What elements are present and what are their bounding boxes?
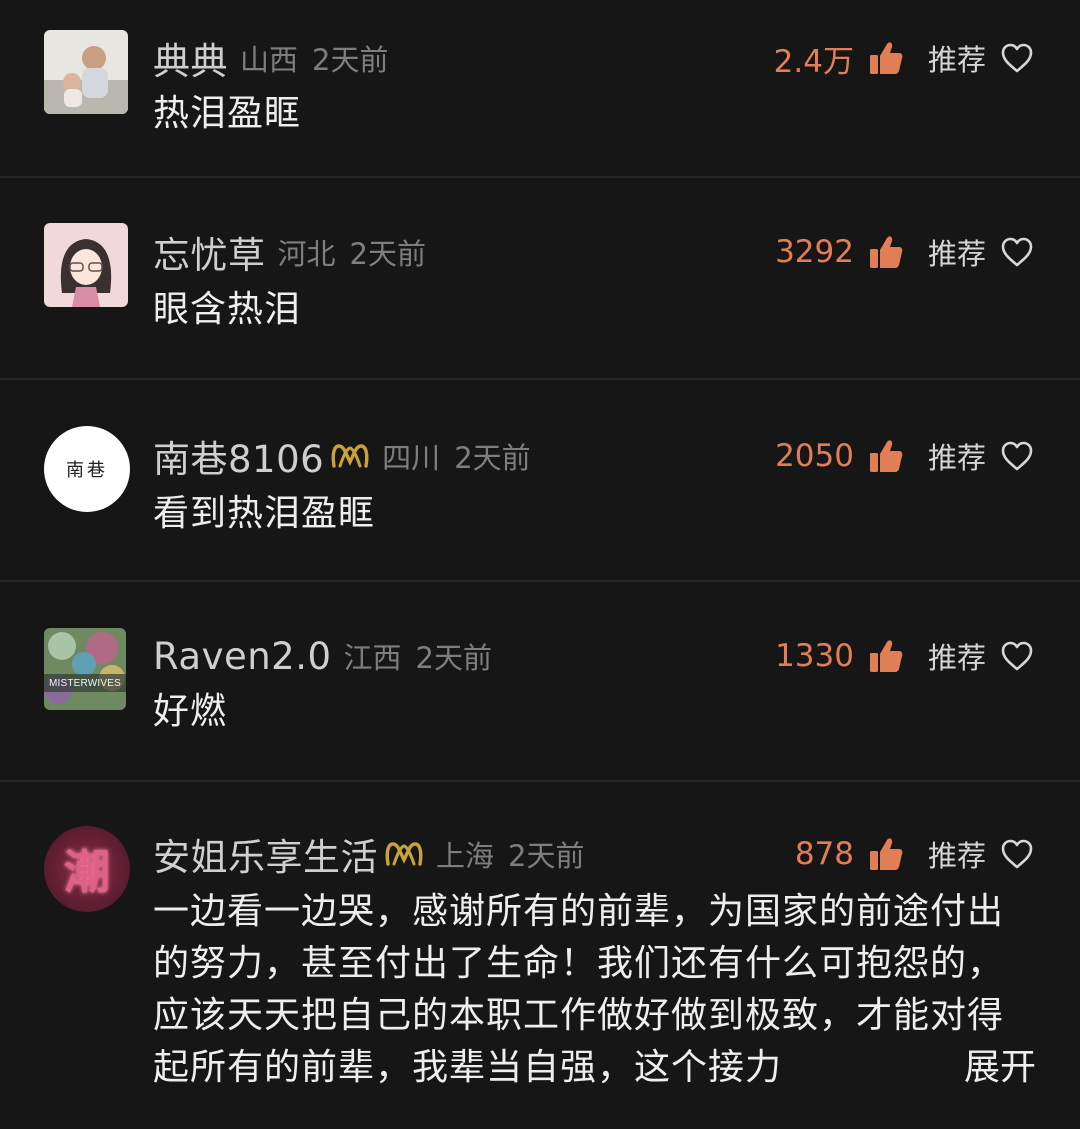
album-title-text: MISTERWIVES [48, 678, 122, 689]
heart-icon[interactable] [1000, 440, 1034, 472]
recommend-button[interactable]: 推荐 [928, 231, 986, 273]
username[interactable]: 安姐乐享生活 [153, 827, 378, 881]
like-count: 3292 [775, 234, 854, 270]
avatar-calligraphy-text: 南巷 [66, 460, 108, 481]
username[interactable]: 忘忧草 [153, 225, 266, 279]
time-label: 2天前 [454, 441, 531, 475]
comment-text: 看到热泪盈眶 [153, 493, 376, 534]
divider [0, 378, 1080, 380]
avatar[interactable] [44, 30, 128, 114]
location-label: 四川 [382, 441, 441, 475]
like-count: 2050 [775, 438, 854, 474]
recommend-button[interactable]: 推荐 [928, 635, 986, 677]
comment-actions: 3292 推荐 [775, 228, 1034, 276]
avatar[interactable] [44, 223, 128, 307]
vip-badge-icon [384, 838, 424, 870]
username[interactable]: 南巷8106 [153, 429, 324, 483]
comment-text: 热泪盈眶 [153, 93, 302, 134]
thumbs-up-icon[interactable] [868, 638, 904, 674]
comment-header: 南巷8106 四川 2天前 [153, 429, 531, 483]
location-label: 河北 [277, 237, 336, 271]
comment-actions: 2.4万 推荐 [774, 34, 1034, 82]
like-count: 1330 [775, 638, 854, 674]
heart-icon[interactable] [1000, 236, 1034, 268]
heart-icon[interactable] [1000, 640, 1034, 672]
comment-actions: 1330 推荐 [775, 632, 1034, 680]
recommend-button[interactable]: 推荐 [928, 37, 986, 79]
comment-text: 一边看一边哭，感谢所有的前辈，为国家的前途付出的努力，甚至付出了生命！我们还有什… [153, 891, 1005, 1088]
like-count: 878 [794, 836, 854, 872]
location-label: 江西 [343, 641, 402, 675]
comment-text: 好燃 [153, 691, 228, 732]
comment-header: Raven2.0 江西 2天前 [153, 632, 492, 680]
thumbs-up-icon[interactable] [868, 836, 904, 872]
like-count: 2.4万 [773, 43, 854, 80]
time-label: 2天前 [415, 641, 492, 675]
expand-link[interactable]: 展开 [917, 1042, 1036, 1094]
divider [0, 780, 1080, 782]
avatar[interactable]: MISTERWIVES [44, 628, 126, 710]
thumbs-up-icon[interactable] [868, 40, 904, 76]
heart-icon[interactable] [1000, 42, 1034, 74]
divider [0, 176, 1080, 178]
thumbs-up-icon[interactable] [868, 438, 904, 474]
divider [0, 580, 1080, 582]
comment-header: 安姐乐享生活 上海 2天前 [153, 827, 585, 881]
comment-actions: 878 推荐 [795, 830, 1034, 878]
heart-icon[interactable] [1000, 838, 1034, 870]
time-label: 2天前 [349, 237, 426, 271]
comment-header: 忘忧草 河北 2天前 [153, 225, 426, 279]
avatar[interactable]: 潮 [44, 826, 130, 912]
thumbs-up-icon[interactable] [868, 234, 904, 270]
comment-header: 典典 山西 2天前 [153, 31, 389, 85]
avatar-character-text: 潮 [64, 845, 110, 899]
username[interactable]: 典典 [153, 31, 228, 85]
avatar[interactable]: 南巷 [44, 426, 130, 512]
comment-text: 眼含热泪 [153, 289, 302, 330]
recommend-button[interactable]: 推荐 [928, 435, 986, 477]
location-label: 山西 [240, 43, 299, 77]
time-label: 2天前 [312, 43, 389, 77]
location-label: 上海 [436, 839, 495, 873]
recommend-button[interactable]: 推荐 [928, 833, 986, 875]
comment-actions: 2050 推荐 [775, 432, 1034, 480]
vip-badge-icon [330, 440, 370, 472]
username[interactable]: Raven2.0 [153, 635, 332, 678]
time-label: 2天前 [508, 839, 585, 873]
